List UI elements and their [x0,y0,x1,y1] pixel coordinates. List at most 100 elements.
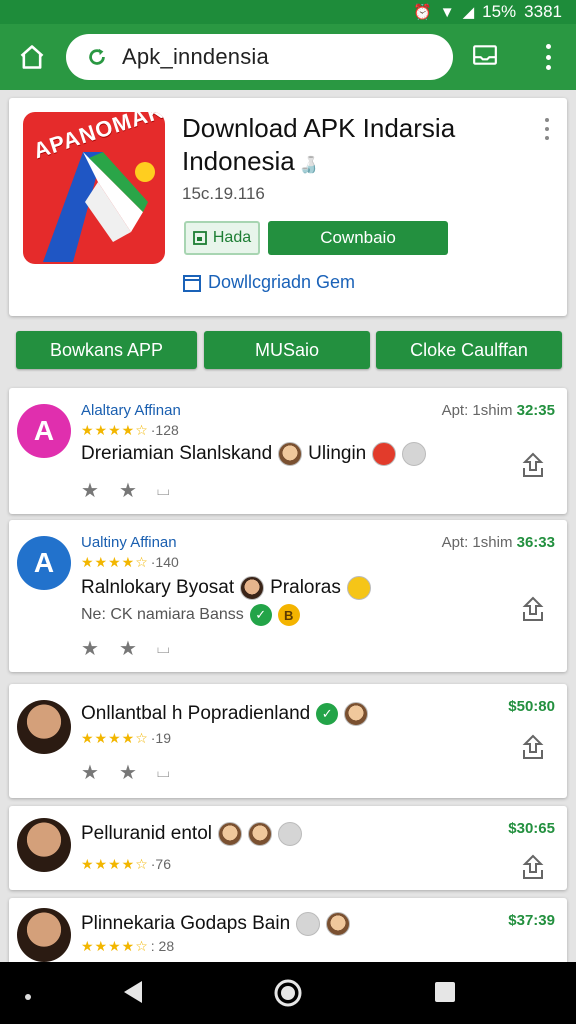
item-price: $30:65 [508,820,555,837]
download-button[interactable]: Cownbaio [268,221,448,255]
app-icon[interactable]: APANOMAK [23,112,165,264]
list-item[interactable]: Pelluranid entol ★★★★☆ ·76 $30:65 [9,806,567,890]
party-emoji-icon [346,576,371,600]
share-icon [522,596,544,621]
item-price: $37:39 [508,912,555,929]
share-button[interactable] [521,734,545,765]
check-icon: ✓ [249,604,272,626]
share-icon [522,854,544,879]
dot-icon [545,65,551,70]
tab-cloke-caulffan[interactable]: Cloke Caulffan [376,331,562,369]
share-button[interactable] [521,596,545,627]
item-meta-label: Apt: 1shim [441,402,513,419]
back-icon [124,981,142,1003]
app-card: APANOMAK Download APK Indarsia Indonesia… [9,98,567,316]
rating-stars: ★★★★☆ [81,730,149,746]
item-actions: ★ ★ ⌴ [81,760,170,785]
download-link[interactable]: Dowllcgriadn Gem [182,272,355,293]
download-link-label: Dowllcgriadn Gem [208,272,356,292]
author-name[interactable]: Alaltary Affinan [81,402,181,419]
star-icon[interactable]: ★ [81,636,99,661]
tab-bowkans-app[interactable]: Bowkans APP [16,331,197,369]
list-item[interactable]: Onllantbal h Popradienland ✓ ★★★★☆ ·19 $5… [9,684,567,798]
install-icon [192,231,207,245]
recents-button[interactable] [432,977,458,1012]
item-time: 36:33 [516,534,555,551]
status-bar: ⏰ ▼ ◢ 15% 3381 [0,0,576,24]
share-icon [522,452,544,477]
rating-count: : 28 [150,938,175,954]
home-button[interactable] [0,24,64,90]
system-nav-bar [0,962,576,1024]
trash-icon[interactable]: ⌴ [157,764,170,782]
document-icon [183,274,201,292]
rating: ★★★★☆ ·19 [81,730,171,747]
avatar [17,700,71,754]
url-text[interactable]: Apk_inndensia [122,44,269,70]
face-emoji-icon [402,442,427,466]
star-icon[interactable]: ★ [81,760,99,785]
face-emoji-icon [277,822,302,846]
avatar [17,908,71,962]
share-button[interactable] [521,854,545,885]
hada-button[interactable]: Hada [184,221,260,255]
item-title: Ralnlokary Byosat Praloras [81,576,371,600]
rating: ★★★★☆ ·140 [81,554,179,571]
item-title-text: Dreriamian Slanlskand [81,443,273,464]
star-icon[interactable]: ★ [119,760,137,785]
list-item[interactable]: A Alaltary Affinan ★★★★☆ ·128 Dreriamian … [9,388,567,514]
reload-icon[interactable] [86,46,108,68]
nav-dot-button[interactable] [24,988,32,1006]
item-title-text: Onllantbal h Popradienland [81,703,311,724]
item-title-text: Plinnekaria Godaps Bain [81,913,291,934]
wifi-icon: ▼ [439,3,455,21]
item-subtitle-text: Ne: CK namiara Banss [81,606,244,623]
item-actions: ★ ★ ⌴ [81,636,170,661]
dot-icon [545,44,551,49]
trash-icon[interactable]: ⌴ [157,640,170,658]
star-icon[interactable]: ★ [81,478,99,503]
face-emoji-icon [344,702,369,726]
item-title-suffix: Ulingin [308,443,367,464]
back-button[interactable] [120,977,146,1012]
clock: 3381 [524,2,562,21]
rating-count: ·76 [150,856,171,872]
alarm-icon: ⏰ [413,4,432,21]
check-icon: ✓ [316,703,339,725]
tab-musaio[interactable]: MUSaio [204,331,370,369]
list-item[interactable]: Plinnekaria Godaps Bain ★★★★☆: 28 $37:39 [9,898,567,968]
share-button[interactable] [521,452,545,483]
star-icon[interactable]: ★ [119,636,137,661]
home-nav-button[interactable] [272,977,304,1014]
home-circle-icon [274,979,302,1007]
coin-icon: B [277,604,300,626]
item-meta: Apt: 1shim 32:35 [442,402,555,419]
dot-icon [25,994,31,1000]
item-price: $50:80 [508,698,555,715]
rating-stars: ★★★★☆ [81,554,149,570]
rating-count: ·140 [150,554,179,570]
trash-icon[interactable]: ⌴ [157,482,170,500]
item-title-suffix: Praloras [270,577,341,598]
face-emoji-icon [217,822,242,846]
avatar [17,818,71,872]
dot-icon [545,54,551,60]
item-title-text: Ralnlokary Byosat [81,577,235,598]
app-more-button[interactable] [543,118,551,140]
face-emoji-icon [278,442,303,466]
mail-icon [473,45,497,65]
item-meta: Apt: 1shim 36:33 [442,534,555,551]
item-title: Plinnekaria Godaps Bain [81,912,351,936]
rating-count: ·19 [150,730,171,746]
avatar-letter: A [33,415,55,446]
url-bar[interactable]: Apk_inndensia [66,34,453,80]
inbox-button[interactable] [472,42,498,73]
face-emoji-icon [296,912,321,936]
avatar: A [17,536,71,590]
rating: ★★★★☆: 28 [81,938,174,955]
category-tabs: Bowkans APP MUSaio Cloke Caulffan [0,331,576,371]
overflow-menu-button[interactable] [536,42,560,72]
author-name[interactable]: Ualtiny Affinan [81,534,177,551]
list-item[interactable]: A Ualtiny Affinan ★★★★☆ ·140 Ralnlokary B… [9,520,567,672]
star-icon[interactable]: ★ [119,478,137,503]
